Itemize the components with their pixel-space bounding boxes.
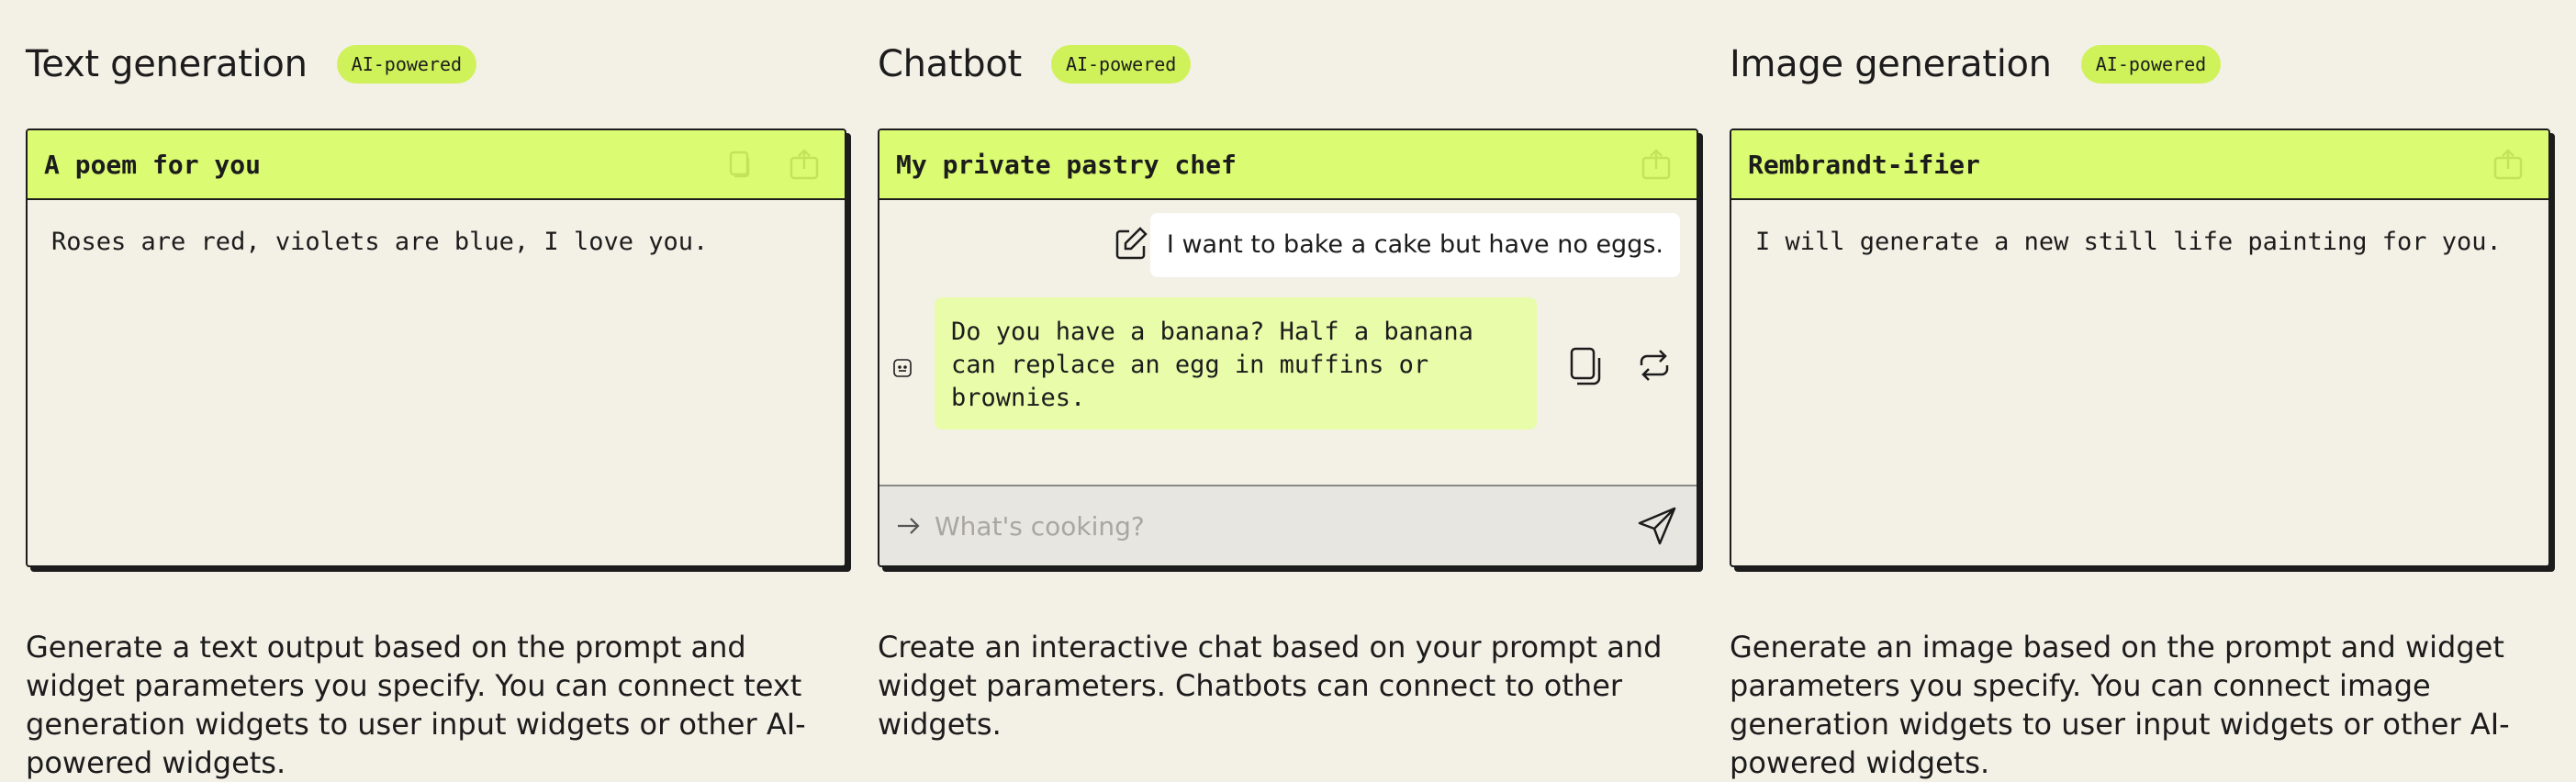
image-generation-section: Image generation AI-powered Rembrandt-if… bbox=[1730, 0, 2552, 782]
widget-header: My private pastry chef bbox=[879, 130, 1697, 200]
bot-avatar-icon bbox=[893, 359, 912, 377]
copy-icon[interactable] bbox=[1566, 345, 1607, 389]
bot-message: Do you have a banana? Half a banana can … bbox=[935, 297, 1537, 430]
section-title: Text generation bbox=[26, 43, 308, 85]
section-description: Generate a text output based on the prom… bbox=[26, 630, 806, 780]
user-message: I want to bake a cake but have no eggs. bbox=[1149, 213, 1680, 277]
text-generation-section: Text generation AI-powered A poem for yo… bbox=[26, 0, 848, 782]
section-description: Create an interactive chat based on your… bbox=[878, 630, 1663, 742]
send-icon[interactable] bbox=[1636, 505, 1678, 547]
chatbot-widget: My private pastry chef I want to bake a … bbox=[878, 128, 1698, 567]
chat-input-bar bbox=[879, 485, 1697, 565]
section-heading: Chatbot AI-powered bbox=[878, 40, 1192, 88]
widget-title: A poem for you bbox=[44, 149, 262, 180]
widget-header: A poem for you bbox=[28, 130, 845, 200]
section-heading: Text generation AI-powered bbox=[26, 40, 477, 88]
section-title: Chatbot bbox=[878, 43, 1022, 85]
share-icon[interactable] bbox=[2490, 147, 2526, 184]
section-title: Image generation bbox=[1730, 43, 2052, 85]
section-description: Generate an image based on the prompt an… bbox=[1730, 630, 2510, 780]
ai-powered-badge: AI-powered bbox=[1050, 45, 1192, 84]
share-icon[interactable] bbox=[786, 147, 823, 184]
copy-icon[interactable] bbox=[722, 147, 758, 184]
widget-title: My private pastry chef bbox=[896, 149, 1237, 180]
chat-input[interactable] bbox=[933, 509, 1634, 542]
generated-text: Roses are red, violets are blue, I love … bbox=[51, 228, 709, 256]
section-heading: Image generation AI-powered bbox=[1730, 40, 2222, 88]
chat-messages: I want to bake a cake but have no eggs. … bbox=[879, 200, 1697, 485]
ai-powered-badge: AI-powered bbox=[2080, 45, 2222, 84]
text-generation-widget: A poem for you Roses are red, violets ar… bbox=[26, 128, 846, 567]
widget-header: Rembrandt-ifier bbox=[1731, 130, 2548, 200]
widget-title: Rembrandt-ifier bbox=[1748, 149, 1980, 180]
edit-icon[interactable] bbox=[1111, 224, 1151, 264]
image-generation-widget: Rembrandt-ifier I will generate a new st… bbox=[1730, 128, 2550, 567]
regenerate-icon[interactable] bbox=[1634, 345, 1674, 385]
chatbot-section: Chatbot AI-powered My private pastry che… bbox=[878, 0, 1700, 782]
share-icon[interactable] bbox=[1638, 147, 1674, 184]
arrow-right-icon bbox=[898, 518, 920, 534]
generated-text: I will generate a new still life paintin… bbox=[1755, 228, 2502, 256]
ai-powered-badge: AI-powered bbox=[336, 45, 477, 84]
